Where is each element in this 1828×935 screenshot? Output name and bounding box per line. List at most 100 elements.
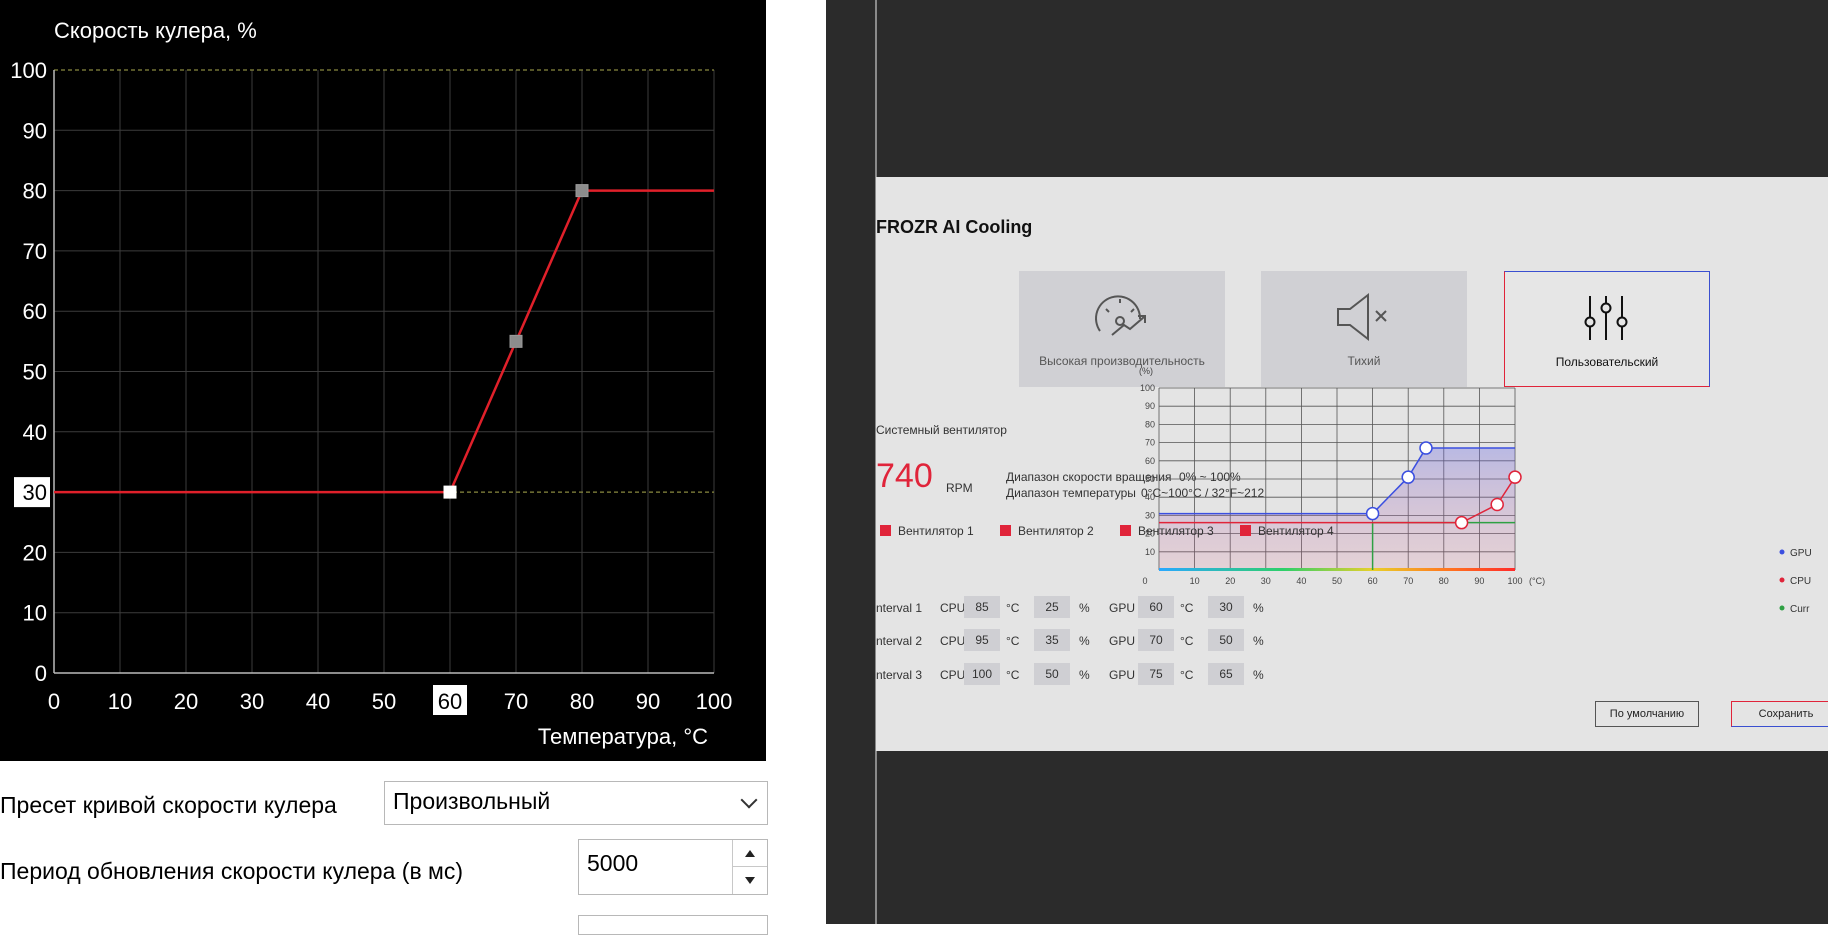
y-tick-label: 100 (10, 58, 47, 83)
x-tick-label: 50 (1332, 576, 1342, 586)
fan-curve-settings-panel: 0 10 20 30 40 50 60 70 80 90 100 0 10 20 30 40 50 60 70 80 9… (0, 0, 826, 935)
x-tick-label: 60 (1368, 576, 1378, 586)
chevron-down-icon[interactable] (740, 791, 758, 809)
x-tick-label: 90 (636, 689, 660, 714)
y-tick-label: 40 (23, 420, 47, 445)
default-button[interactable]: По умолчанию (1595, 701, 1699, 727)
x-tick-label: 60 (438, 689, 462, 714)
fan-curve-chart-svg[interactable]: 0 10 20 30 40 50 60 70 80 90 100 0 10 20 30 40 50 60 70 80 9… (0, 0, 766, 761)
gpu-label: GPU (1109, 634, 1136, 648)
x-tick-label: 40 (306, 689, 330, 714)
preset-select[interactable]: Произвольный (384, 781, 768, 825)
unit-percent: % (1079, 634, 1090, 648)
fan-checkbox-label: Вентилятор 3 (1138, 524, 1214, 538)
fan-checkbox[interactable] (880, 525, 891, 536)
cpu-point-handle[interactable] (1454, 515, 1469, 530)
x-tick-label: 20 (1225, 576, 1235, 586)
period-stepper[interactable]: 5000 (578, 839, 768, 895)
gpu-temp-input[interactable]: 75 (1138, 663, 1174, 685)
next-control-partial[interactable] (578, 915, 768, 935)
x-tick-label: 10 (1190, 576, 1200, 586)
fan-checkbox-label: Вентилятор 4 (1258, 524, 1334, 538)
x-tick-label: 10 (108, 689, 132, 714)
fan-checkbox-label: Вентилятор 1 (898, 524, 974, 538)
cpu-percent-input[interactable]: 50 (1034, 663, 1070, 685)
arrow-down-icon (745, 877, 755, 884)
curve-point-handle[interactable] (575, 184, 589, 198)
y-tick-label: 90 (1145, 401, 1155, 411)
cpu-label: CPU (940, 634, 966, 648)
interval-label: nterval 1 (876, 601, 923, 615)
gpu-point-handle[interactable] (1419, 441, 1433, 455)
gpu-point-handle[interactable] (1401, 470, 1415, 484)
stepper-up-button[interactable] (733, 840, 767, 867)
legend-dot (1779, 549, 1785, 555)
unit-c: °C (1006, 634, 1020, 648)
unit-percent: % (1253, 634, 1264, 648)
x-axis-label: Температура, °C (538, 724, 708, 749)
gpu-temp-input[interactable]: 70 (1138, 629, 1174, 651)
preset-label: Пресет кривой скорости кулера (0, 792, 337, 818)
cpu-label: CPU (940, 601, 966, 615)
y-tick-label: 80 (23, 179, 47, 204)
gpu-percent-input[interactable]: 50 (1208, 629, 1244, 651)
unit-c: °C (1006, 601, 1020, 615)
curve-point-handle[interactable] (443, 485, 457, 499)
cpu-point-handle[interactable] (1490, 497, 1504, 512)
x-unit-label: (°C) (1529, 576, 1545, 586)
frozr-fan-chart[interactable]: 1020304050607080901000 10 20 30 40 50 60 70 80 90… (876, 177, 1828, 751)
x-tick-label: 80 (1439, 576, 1449, 586)
cpu-point-handle[interactable] (1508, 470, 1522, 484)
x-tick-label: 100 (1507, 576, 1522, 586)
unit-percent: % (1253, 668, 1264, 682)
curve-point-handle[interactable] (509, 334, 523, 348)
period-input[interactable]: 5000 (587, 850, 638, 877)
unit-percent: % (1079, 668, 1090, 682)
interval-label: nterval 3 (876, 668, 923, 682)
fan-curve-chart[interactable]: 0 10 20 30 40 50 60 70 80 90 100 0 10 20 30 40 50 60 70 80 9… (0, 0, 766, 761)
cpu-temp-input[interactable]: 85 (964, 596, 1000, 618)
gpu-temp-input[interactable]: 60 (1138, 596, 1174, 618)
x-tick-label: 80 (570, 689, 594, 714)
gpu-percent-input[interactable]: 30 (1208, 596, 1244, 618)
x-tick-label: 70 (504, 689, 528, 714)
y-tick-label: 30 (23, 480, 47, 505)
x-tick-label: 0 (1142, 576, 1147, 586)
save-button[interactable]: Сохранить (1731, 701, 1828, 727)
stepper-down-button[interactable] (733, 867, 767, 894)
y-tick-label: 30 (1145, 510, 1155, 520)
x-tick-label: 30 (240, 689, 264, 714)
unit-percent: % (1079, 601, 1090, 615)
x-tick-label: 70 (1403, 576, 1413, 586)
legend-cpu: CPU (1790, 576, 1812, 587)
x-tick-label: 40 (1296, 576, 1306, 586)
temperature-baseline (1159, 568, 1515, 571)
legend-gpu: GPU (1790, 548, 1812, 559)
y-tick-label: 100 (1140, 383, 1155, 393)
fan-checkbox[interactable] (1240, 525, 1251, 536)
y-tick-label: 50 (23, 360, 47, 385)
y-tick-label: 60 (23, 299, 47, 324)
unit-c: °C (1180, 601, 1194, 615)
unit-c: °C (1180, 634, 1194, 648)
frozr-ai-cooling-panel: FROZR AI Cooling Высокая производительно… (876, 177, 1828, 751)
fan-checkbox-label: Вентилятор 2 (1018, 524, 1094, 538)
period-label: Период обновления скорости кулера (в мс) (0, 858, 464, 884)
arrow-up-icon (745, 850, 755, 857)
y-tick-label: 70 (1145, 438, 1155, 448)
y-tick-label: 20 (23, 540, 47, 565)
y-tick-label: 10 (23, 601, 47, 626)
fan-checkbox[interactable] (1000, 525, 1011, 536)
cpu-temp-input[interactable]: 100 (964, 663, 1000, 685)
x-tick-label: 30 (1261, 576, 1271, 586)
unit-c: °C (1006, 668, 1020, 682)
cpu-temp-input[interactable]: 95 (964, 629, 1000, 651)
cpu-percent-input[interactable]: 25 (1034, 596, 1070, 618)
gpu-point-handle[interactable] (1365, 506, 1380, 521)
fan-checkbox[interactable] (1120, 525, 1131, 536)
stepper-buttons (732, 840, 767, 894)
x-tick-label: 20 (174, 689, 198, 714)
cpu-percent-input[interactable]: 35 (1034, 629, 1070, 651)
cpu-label: CPU (940, 668, 966, 682)
gpu-percent-input[interactable]: 65 (1208, 663, 1244, 685)
